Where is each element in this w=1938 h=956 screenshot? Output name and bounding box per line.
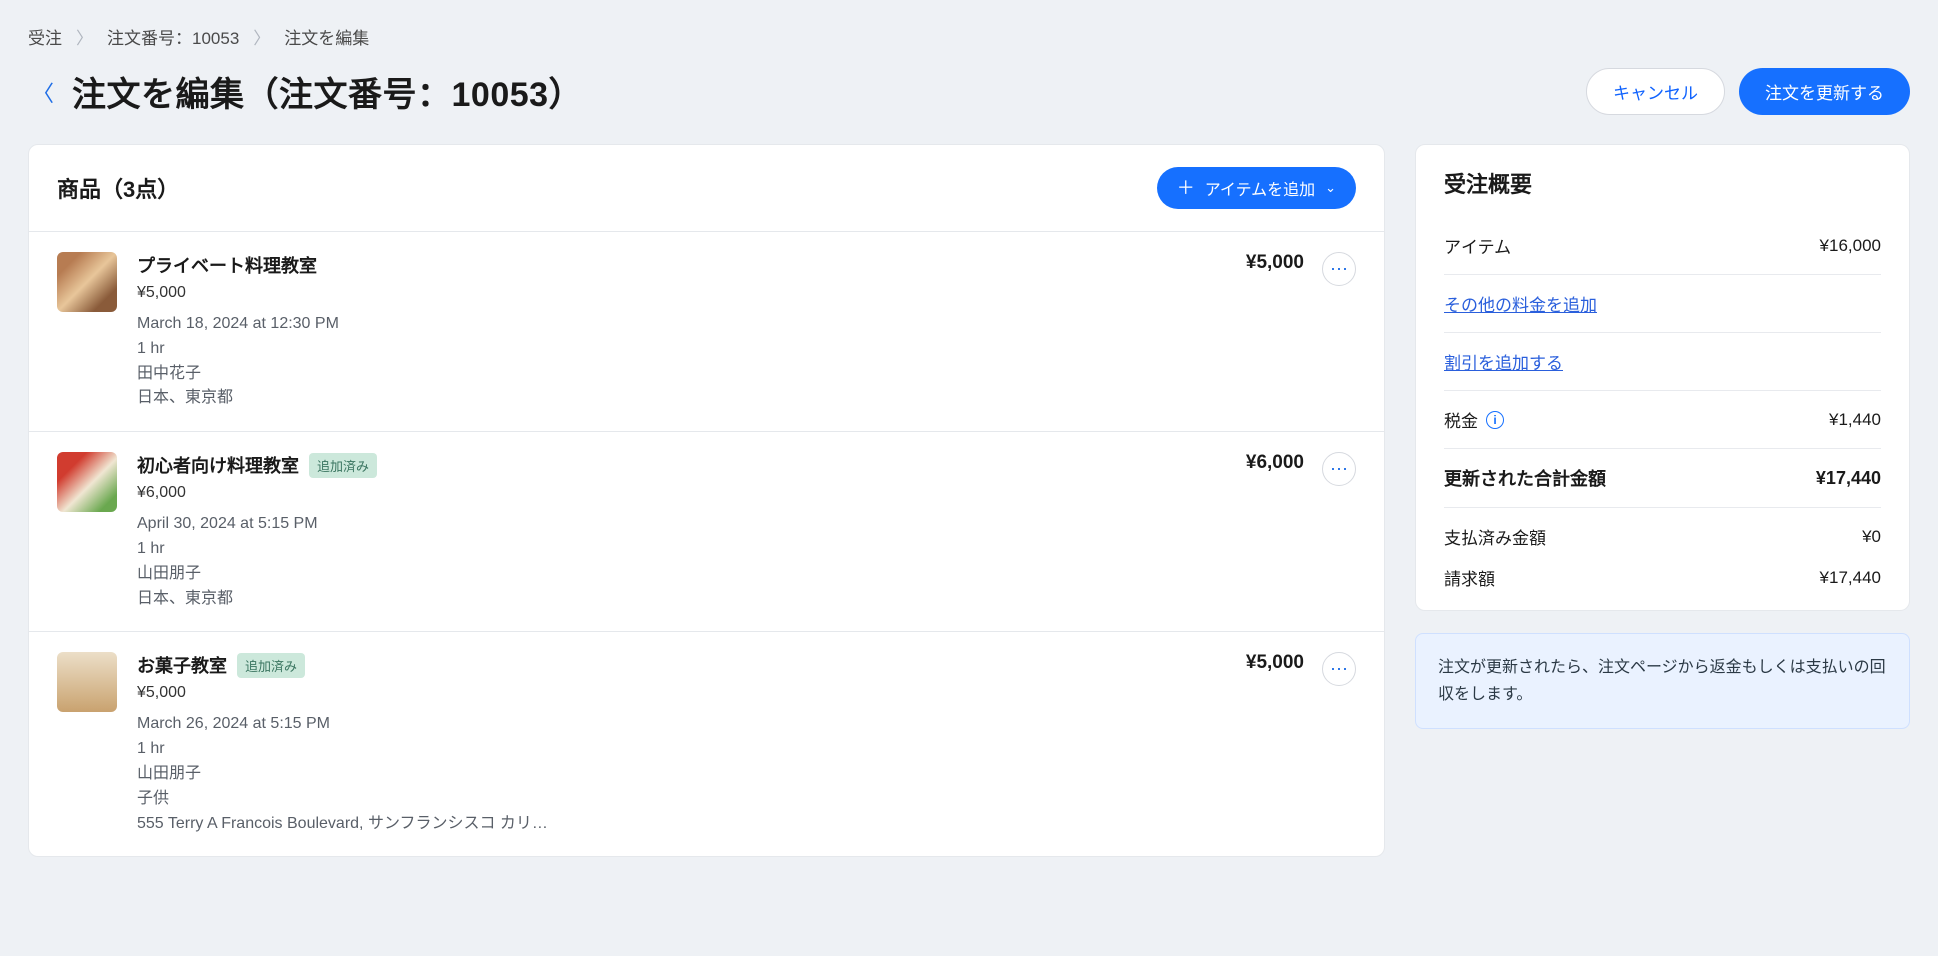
summary-tax-value: ¥1,440 bbox=[1829, 410, 1881, 430]
dots-icon: ⋯ bbox=[1330, 660, 1348, 678]
added-badge: 追加済み bbox=[309, 453, 377, 478]
product-total: ¥5,000 bbox=[1246, 252, 1304, 274]
product-thumbnail bbox=[57, 652, 117, 712]
product-date: March 26, 2024 at 5:15 PM bbox=[137, 712, 1226, 737]
summary-tax-label: 税金 bbox=[1444, 407, 1478, 432]
product-date: April 30, 2024 at 5:15 PM bbox=[137, 512, 1226, 537]
product-row: プライベート料理教室 ¥5,000 March 18, 2024 at 12:3… bbox=[29, 231, 1384, 431]
product-extra: 子供 bbox=[137, 787, 1226, 812]
summary-updated-total-value: ¥17,440 bbox=[1816, 468, 1881, 489]
summary-paid-label: 支払済み金額 bbox=[1444, 524, 1546, 549]
summary-items-label: アイテム bbox=[1444, 233, 1511, 258]
product-customer: 田中花子 bbox=[137, 362, 1226, 387]
summary-bill-label: 請求額 bbox=[1444, 565, 1495, 590]
products-title: 商品（3点） bbox=[57, 172, 179, 204]
product-name: 初心者向け料理教室 bbox=[137, 452, 299, 478]
add-item-label: アイテムを追加 bbox=[1205, 176, 1315, 200]
summary-updated-total-label: 更新された合計金額 bbox=[1444, 465, 1606, 491]
added-badge: 追加済み bbox=[237, 653, 305, 678]
product-unit-price: ¥5,000 bbox=[137, 684, 1226, 702]
back-arrow-icon[interactable]: 〈 bbox=[28, 72, 58, 112]
update-notice: 注文が更新されたら、注文ページから返金もしくは支払いの回収をします。 bbox=[1415, 633, 1910, 729]
summary-items-value: ¥16,000 bbox=[1820, 236, 1881, 256]
add-other-fee-link[interactable]: その他の料金を追加 bbox=[1444, 291, 1597, 316]
cancel-button[interactable]: キャンセル bbox=[1586, 68, 1725, 115]
dots-icon: ⋯ bbox=[1330, 460, 1348, 478]
product-unit-price: ¥6,000 bbox=[137, 484, 1226, 502]
product-thumbnail bbox=[57, 252, 117, 312]
product-location: 555 Terry A Francois Boulevard, サンフランシスコ… bbox=[137, 812, 1226, 837]
product-duration: 1 hr bbox=[137, 537, 1226, 562]
product-duration: 1 hr bbox=[137, 737, 1226, 762]
breadcrumb-orders[interactable]: 受注 bbox=[28, 24, 62, 49]
product-name: プライベート料理教室 bbox=[137, 252, 317, 278]
more-actions-button[interactable]: ⋯ bbox=[1322, 652, 1356, 686]
add-discount-link[interactable]: 割引を追加する bbox=[1444, 349, 1563, 374]
more-actions-button[interactable]: ⋯ bbox=[1322, 252, 1356, 286]
product-customer: 山田朋子 bbox=[137, 562, 1226, 587]
product-total: ¥6,000 bbox=[1246, 452, 1304, 474]
update-order-button[interactable]: 注文を更新する bbox=[1739, 68, 1910, 115]
summary-title: 受注概要 bbox=[1444, 167, 1532, 199]
plus-icon: ＋ bbox=[1177, 179, 1195, 197]
product-location: 日本、東京都 bbox=[137, 386, 1226, 411]
chevron-right-icon: 〉 bbox=[253, 24, 270, 49]
breadcrumb-order-number[interactable]: 注文番号：10053 bbox=[107, 24, 239, 49]
product-total: ¥5,000 bbox=[1246, 652, 1304, 674]
product-customer: 山田朋子 bbox=[137, 762, 1226, 787]
product-name: お菓子教室 bbox=[137, 652, 227, 678]
page-title: 注文を編集（注文番号：10053） bbox=[72, 67, 583, 116]
product-thumbnail bbox=[57, 452, 117, 512]
breadcrumb: 受注 〉 注文番号：10053 〉 注文を編集 bbox=[28, 24, 1910, 49]
products-card: 商品（3点） ＋ アイテムを追加 ⌄ プライベート料理教室 ¥5,000 bbox=[28, 144, 1385, 857]
product-row: お菓子教室 追加済み ¥5,000 March 26, 2024 at 5:15… bbox=[29, 631, 1384, 856]
product-date: March 18, 2024 at 12:30 PM bbox=[137, 312, 1226, 337]
dots-icon: ⋯ bbox=[1330, 260, 1348, 278]
order-summary-card: 受注概要 アイテム ¥16,000 その他の料金を追加 割引を追加する bbox=[1415, 144, 1910, 611]
product-unit-price: ¥5,000 bbox=[137, 284, 1226, 302]
breadcrumb-edit: 注文を編集 bbox=[284, 24, 369, 49]
add-item-button[interactable]: ＋ アイテムを追加 ⌄ bbox=[1157, 167, 1356, 209]
chevron-right-icon: 〉 bbox=[76, 24, 93, 49]
more-actions-button[interactable]: ⋯ bbox=[1322, 452, 1356, 486]
summary-bill-value: ¥17,440 bbox=[1820, 568, 1881, 588]
product-duration: 1 hr bbox=[137, 337, 1226, 362]
info-icon[interactable]: i bbox=[1486, 411, 1504, 429]
product-location: 日本、東京都 bbox=[137, 587, 1226, 612]
chevron-down-icon: ⌄ bbox=[1325, 180, 1336, 196]
summary-paid-value: ¥0 bbox=[1862, 527, 1881, 547]
product-row: 初心者向け料理教室 追加済み ¥6,000 April 30, 2024 at … bbox=[29, 431, 1384, 631]
